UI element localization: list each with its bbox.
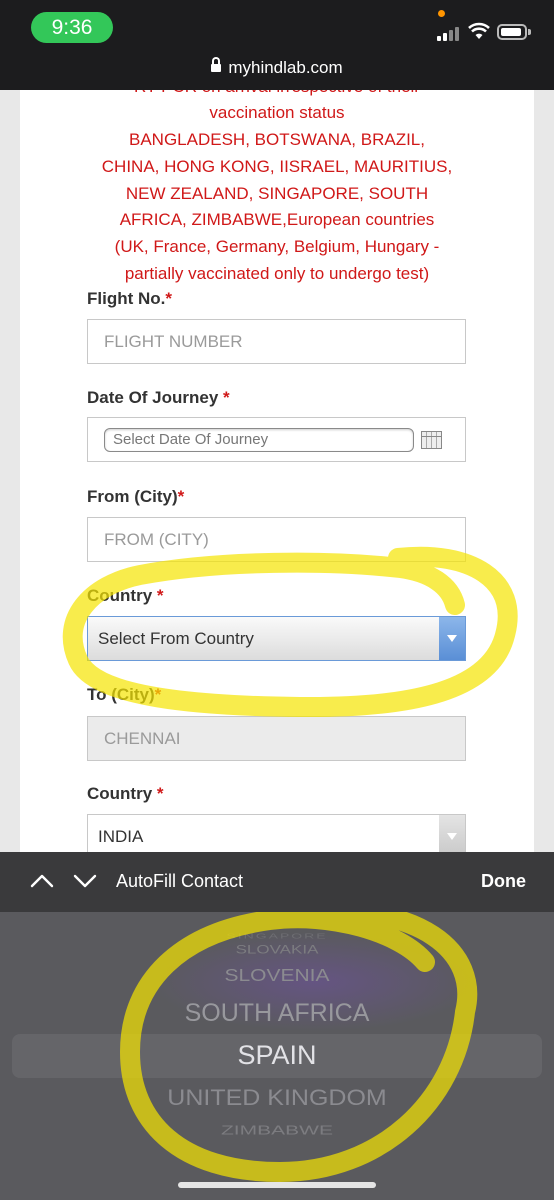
wifi-icon (468, 22, 490, 39)
battery-icon (497, 24, 527, 40)
dropdown-arrow-icon (439, 617, 465, 660)
from-country-select[interactable]: Select From Country (87, 616, 466, 661)
cellular-signal-icon (437, 25, 462, 41)
from-country-selected: Select From Country (98, 629, 254, 648)
flight-no-label: Flight No.* (87, 289, 172, 308)
to-city-label: To (City)* (87, 685, 162, 704)
picker-option[interactable]: SLOVAKIA (0, 943, 554, 957)
picker-option[interactable]: SOUTH AFRICA (0, 999, 554, 1028)
date-of-journey-field: Select Date Of Journey (87, 417, 466, 462)
date-of-journey-input[interactable]: Select Date Of Journey (104, 428, 414, 452)
notice-line: vaccination status (209, 103, 345, 122)
web-page: RT-PCR on arrival irrespective of their … (0, 90, 554, 852)
status-bar: 9:36 (0, 0, 554, 50)
to-country-select[interactable]: INDIA (87, 814, 466, 852)
url-domain: myhindlab.com (228, 58, 343, 77)
address-bar[interactable]: myhindlab.com (0, 50, 554, 90)
from-city-input[interactable]: FROM (CITY) (87, 517, 466, 562)
picker-option[interactable]: UNITED KINGDOM (0, 1086, 554, 1112)
privacy-indicator-dot (438, 10, 445, 17)
done-button[interactable]: Done (481, 871, 526, 892)
notice-line: BANGLADESH, BOTSWANA, BRAZIL, (129, 130, 425, 149)
date-of-journey-label: Date Of Journey * (87, 388, 230, 407)
dropdown-arrow-icon (439, 815, 465, 852)
chevron-up-icon[interactable] (29, 868, 55, 894)
notice-line: NEW ZEALAND, SINGAPORE, SOUTH (125, 184, 429, 203)
autofill-contact-button[interactable]: AutoFill Contact (116, 871, 243, 892)
notice-line: CHINA, HONG KONG, IISRAEL, MAURITIUS, (101, 157, 453, 176)
home-indicator (178, 1182, 376, 1188)
picker-option[interactable]: ZIMBABWE (0, 1124, 554, 1138)
notice-line: AFRICA, ZIMBABWE,European countries (119, 210, 435, 229)
keyboard-toolbar: AutoFill Contact Done (0, 852, 554, 912)
from-city-label: From (City)* (87, 487, 185, 506)
to-country-selected: INDIA (98, 827, 144, 846)
country-picker-wheel[interactable]: SINGAPORE SLOVAKIA SLOVENIA SOUTH AFRICA… (0, 912, 554, 1200)
to-country-label: Country * (87, 784, 164, 803)
notice-line: (UK, France, Germany, Belgium, Hungary - (114, 237, 440, 256)
calendar-icon[interactable] (421, 431, 442, 449)
lock-icon (211, 57, 222, 72)
picker-option[interactable]: SINGAPORE (0, 932, 554, 940)
chevron-down-icon[interactable] (72, 868, 98, 894)
picker-option-selected[interactable]: SPAIN (0, 1040, 554, 1071)
from-country-label: Country * (87, 586, 164, 605)
status-time: 9:36 (31, 12, 113, 43)
picker-option[interactable]: SLOVENIA (0, 966, 554, 986)
to-city-input: CHENNAI (87, 716, 466, 761)
notice-line: partially vaccinated only to undergo tes… (124, 264, 430, 283)
flight-number-input[interactable]: FLIGHT NUMBER (87, 319, 466, 364)
